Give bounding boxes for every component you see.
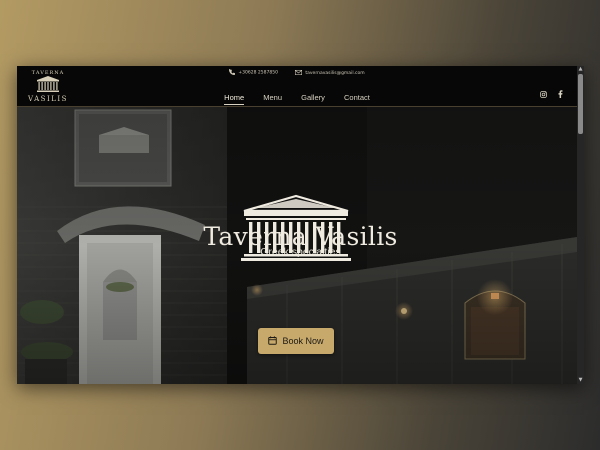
- scroll-up-arrow-icon[interactable]: ▲: [577, 66, 584, 73]
- scroll-thumb[interactable]: [578, 74, 583, 134]
- nav-item-gallery[interactable]: Gallery: [301, 93, 325, 104]
- temple-emblem-icon: [241, 194, 351, 261]
- nav-item-menu[interactable]: Menu: [263, 93, 282, 104]
- social-links: [534, 82, 563, 102]
- envelope-icon: [295, 69, 303, 75]
- phone-number: +30628 2587850: [238, 70, 278, 76]
- navbar: TAVERNA VASILIS +30628 2587850 tavernava…: [17, 66, 577, 107]
- facebook-icon[interactable]: [558, 83, 563, 102]
- browser-window: TAVERNA VASILIS +30628 2587850 tavernava…: [17, 66, 584, 384]
- nav-item-contact[interactable]: Contact: [344, 93, 370, 104]
- book-now-button[interactable]: Book Now: [258, 328, 334, 354]
- phone-contact[interactable]: +30628 2587850: [229, 69, 278, 76]
- book-now-label: Book Now: [282, 336, 324, 346]
- email-address: tavernavasilis@gmail.com: [305, 70, 365, 76]
- page-scrollbar[interactable]: ▲ ▼: [577, 66, 584, 384]
- scroll-down-arrow-icon[interactable]: ▼: [577, 377, 584, 384]
- calendar-icon: [268, 336, 278, 345]
- contact-row: +30628 2587850 tavernavasilis@gmail.com: [17, 69, 577, 76]
- phone-icon: [229, 69, 236, 75]
- nav-item-home[interactable]: Home: [224, 93, 245, 105]
- main-nav: Home Menu Gallery Contact: [17, 85, 577, 105]
- email-contact[interactable]: tavernavasilis@gmail.com: [295, 69, 365, 76]
- instagram-icon[interactable]: [540, 83, 547, 102]
